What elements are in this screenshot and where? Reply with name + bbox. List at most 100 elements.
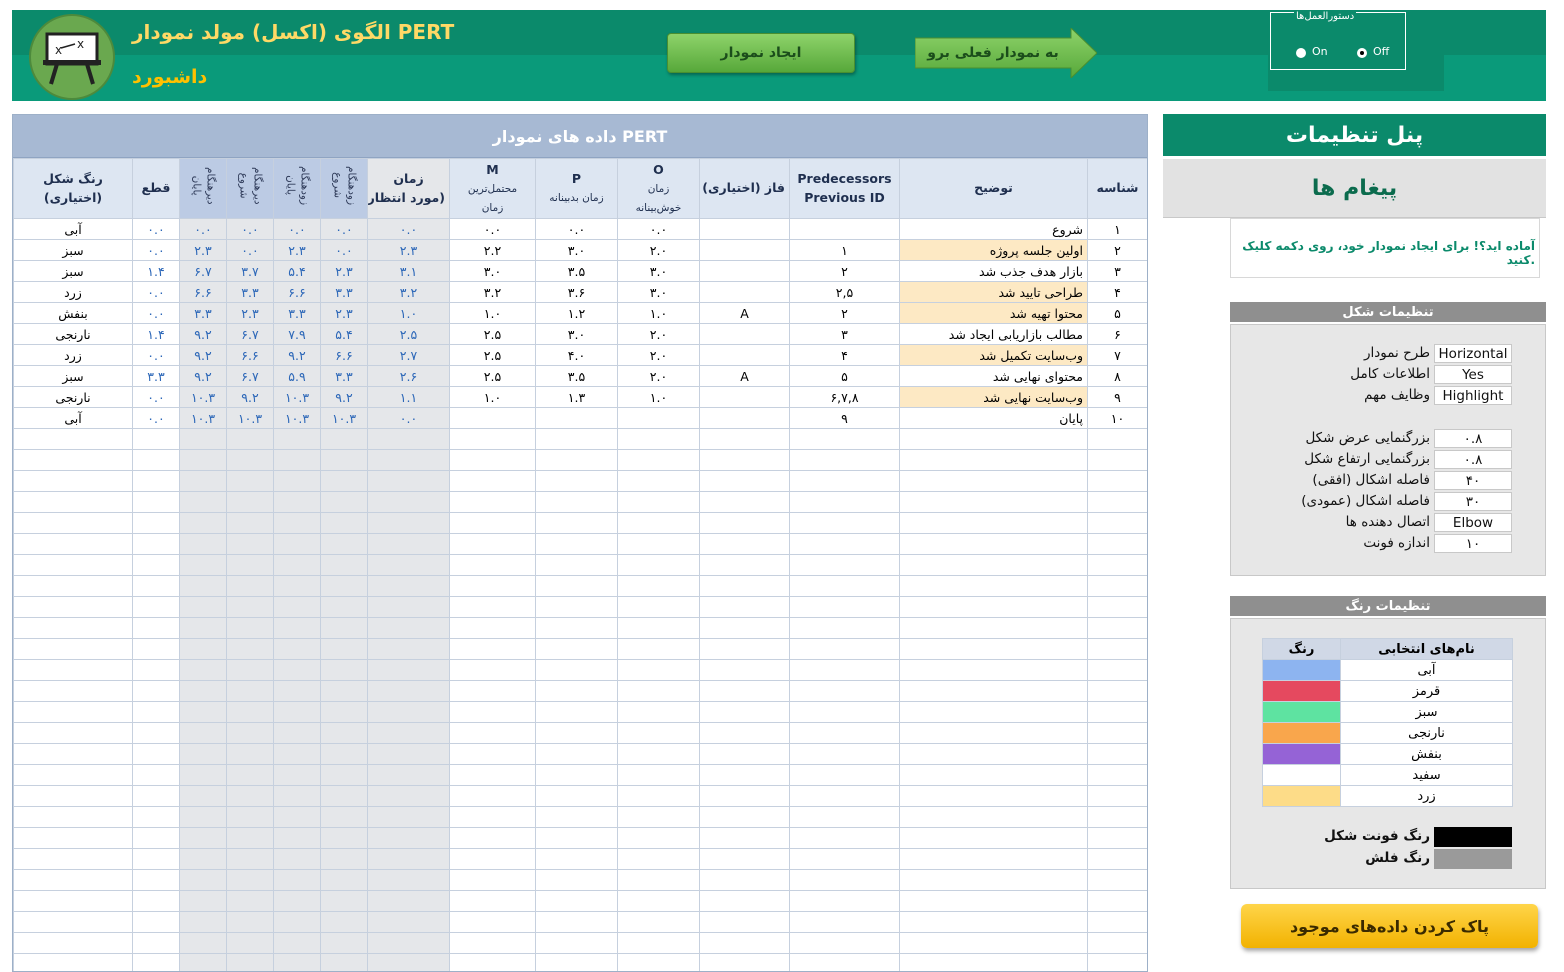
- cell-desc[interactable]: پایان: [900, 408, 1088, 429]
- cell-ef[interactable]: [274, 660, 321, 681]
- cell-o[interactable]: [618, 408, 700, 429]
- cell-slack[interactable]: [133, 702, 180, 723]
- cell-o[interactable]: [618, 786, 700, 807]
- cell-lf[interactable]: ۱۰.۳: [180, 408, 227, 429]
- cell-slack[interactable]: [133, 471, 180, 492]
- cell-slack[interactable]: [133, 660, 180, 681]
- cell-o[interactable]: [618, 660, 700, 681]
- cell-id[interactable]: [1088, 681, 1148, 702]
- cell-ls[interactable]: ۹.۲: [227, 387, 274, 408]
- cell-o[interactable]: [618, 828, 700, 849]
- setting-value[interactable]: ۰.۸: [1434, 429, 1512, 448]
- cell-m[interactable]: [450, 408, 536, 429]
- color-name[interactable]: سبز: [1341, 702, 1513, 723]
- cell-ls[interactable]: [227, 492, 274, 513]
- cell-te[interactable]: [368, 534, 450, 555]
- cell-lf[interactable]: [180, 450, 227, 471]
- cell-pred[interactable]: [790, 660, 900, 681]
- cell-te[interactable]: [368, 723, 450, 744]
- cell-color[interactable]: [14, 513, 133, 534]
- cell-pred[interactable]: ۵: [790, 366, 900, 387]
- font-color-swatch[interactable]: [1434, 827, 1512, 847]
- cell-p[interactable]: [536, 849, 618, 870]
- cell-color[interactable]: سبز: [14, 240, 133, 261]
- cell-color[interactable]: بنفش: [14, 303, 133, 324]
- setting-value[interactable]: ۳۰: [1434, 492, 1512, 511]
- cell-pred[interactable]: ۳: [790, 324, 900, 345]
- color-swatch[interactable]: [1263, 765, 1341, 786]
- cell-lf[interactable]: [180, 849, 227, 870]
- cell-color[interactable]: سبز: [14, 261, 133, 282]
- cell-lf[interactable]: ۱۰.۳: [180, 387, 227, 408]
- cell-desc[interactable]: [900, 639, 1088, 660]
- cell-p[interactable]: ۳.۰: [536, 240, 618, 261]
- cell-lf[interactable]: [180, 723, 227, 744]
- cell-m[interactable]: [450, 765, 536, 786]
- cell-id[interactable]: [1088, 450, 1148, 471]
- cell-ef[interactable]: [274, 807, 321, 828]
- cell-o[interactable]: [618, 513, 700, 534]
- cell-pred[interactable]: [790, 807, 900, 828]
- cell-es[interactable]: ۲.۳: [321, 261, 368, 282]
- cell-ls[interactable]: ۰.۰: [227, 240, 274, 261]
- setting-value[interactable]: ۰.۸: [1434, 450, 1512, 469]
- cell-es[interactable]: [321, 786, 368, 807]
- cell-o[interactable]: ۳.۰: [618, 282, 700, 303]
- cell-slack[interactable]: [133, 891, 180, 912]
- cell-color[interactable]: [14, 450, 133, 471]
- cell-phase[interactable]: [700, 912, 790, 933]
- cell-m[interactable]: [450, 849, 536, 870]
- cell-ef[interactable]: [274, 765, 321, 786]
- cell-p[interactable]: ۴.۰: [536, 345, 618, 366]
- cell-es[interactable]: [321, 681, 368, 702]
- cell-id[interactable]: [1088, 576, 1148, 597]
- cell-ls[interactable]: ۳.۷: [227, 261, 274, 282]
- cell-color[interactable]: [14, 471, 133, 492]
- cell-p[interactable]: [536, 891, 618, 912]
- cell-es[interactable]: ۹.۲: [321, 387, 368, 408]
- cell-slack[interactable]: ۰.۰: [133, 303, 180, 324]
- cell-m[interactable]: [450, 870, 536, 891]
- cell-m[interactable]: [450, 660, 536, 681]
- cell-ls[interactable]: [227, 807, 274, 828]
- cell-pred[interactable]: [790, 618, 900, 639]
- cell-p[interactable]: [536, 933, 618, 954]
- cell-id[interactable]: [1088, 828, 1148, 849]
- cell-lf[interactable]: [180, 807, 227, 828]
- cell-ef[interactable]: [274, 891, 321, 912]
- cell-color[interactable]: [14, 912, 133, 933]
- cell-desc[interactable]: [900, 492, 1088, 513]
- cell-m[interactable]: [450, 576, 536, 597]
- cell-o[interactable]: [618, 450, 700, 471]
- cell-id[interactable]: [1088, 492, 1148, 513]
- cell-pred[interactable]: ۶,۷,۸: [790, 387, 900, 408]
- cell-p[interactable]: [536, 513, 618, 534]
- cell-id[interactable]: [1088, 807, 1148, 828]
- cell-ls[interactable]: [227, 702, 274, 723]
- cell-ef[interactable]: [274, 954, 321, 972]
- cell-phase[interactable]: [700, 639, 790, 660]
- cell-es[interactable]: [321, 723, 368, 744]
- cell-color[interactable]: سبز: [14, 366, 133, 387]
- cell-ls[interactable]: [227, 639, 274, 660]
- cell-ef[interactable]: [274, 471, 321, 492]
- cell-m[interactable]: [450, 702, 536, 723]
- cell-phase[interactable]: [700, 429, 790, 450]
- cell-m[interactable]: ۰.۰: [450, 219, 536, 240]
- cell-es[interactable]: ۲.۳: [321, 303, 368, 324]
- cell-desc[interactable]: مطالب بازاریابی ایجاد شد: [900, 324, 1088, 345]
- cell-color[interactable]: نارنجی: [14, 387, 133, 408]
- cell-lf[interactable]: ۳.۳: [180, 303, 227, 324]
- cell-ls[interactable]: [227, 513, 274, 534]
- cell-p[interactable]: [536, 744, 618, 765]
- cell-id[interactable]: [1088, 954, 1148, 972]
- cell-ef[interactable]: [274, 786, 321, 807]
- cell-ls[interactable]: [227, 870, 274, 891]
- cell-id[interactable]: [1088, 639, 1148, 660]
- cell-phase[interactable]: [700, 660, 790, 681]
- clear-data-button[interactable]: پاک کردن داده‌های موجود: [1241, 904, 1538, 948]
- cell-te[interactable]: ۲.۳: [368, 240, 450, 261]
- cell-p[interactable]: [536, 450, 618, 471]
- cell-m[interactable]: [450, 639, 536, 660]
- cell-pred[interactable]: [790, 954, 900, 972]
